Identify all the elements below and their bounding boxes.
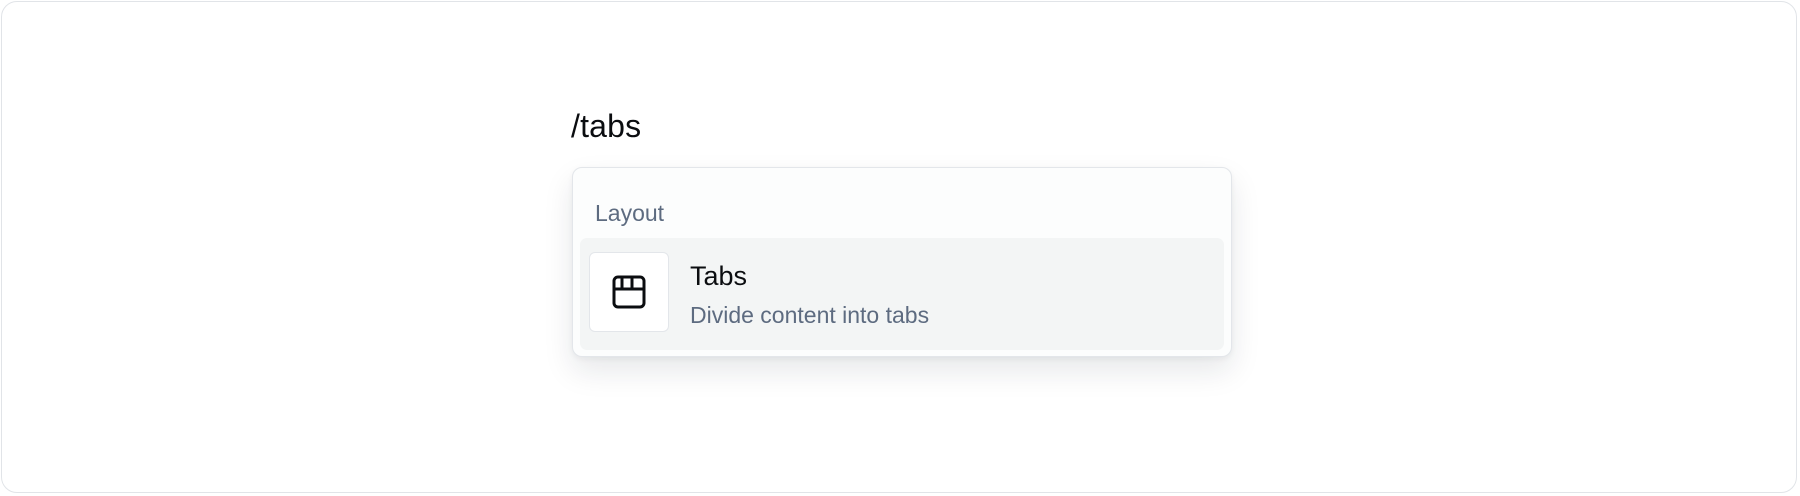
editor-command-text[interactable]: /tabs bbox=[571, 106, 641, 146]
menu-group-label: Layout bbox=[595, 200, 665, 226]
menu-item-description: Divide content into tabs bbox=[690, 302, 930, 328]
menu-item-tabs[interactable]: Tabs Divide content into tabs bbox=[580, 238, 1224, 350]
menu-item-title: Tabs bbox=[690, 261, 748, 291]
tabs-icon bbox=[612, 275, 646, 309]
slash-command-menu: Layout Tabs Divide content into tabs bbox=[572, 167, 1232, 357]
menu-item-icon-box bbox=[589, 252, 669, 332]
editor-frame: /tabs Layout Tabs Divide content into ta… bbox=[1, 1, 1797, 493]
